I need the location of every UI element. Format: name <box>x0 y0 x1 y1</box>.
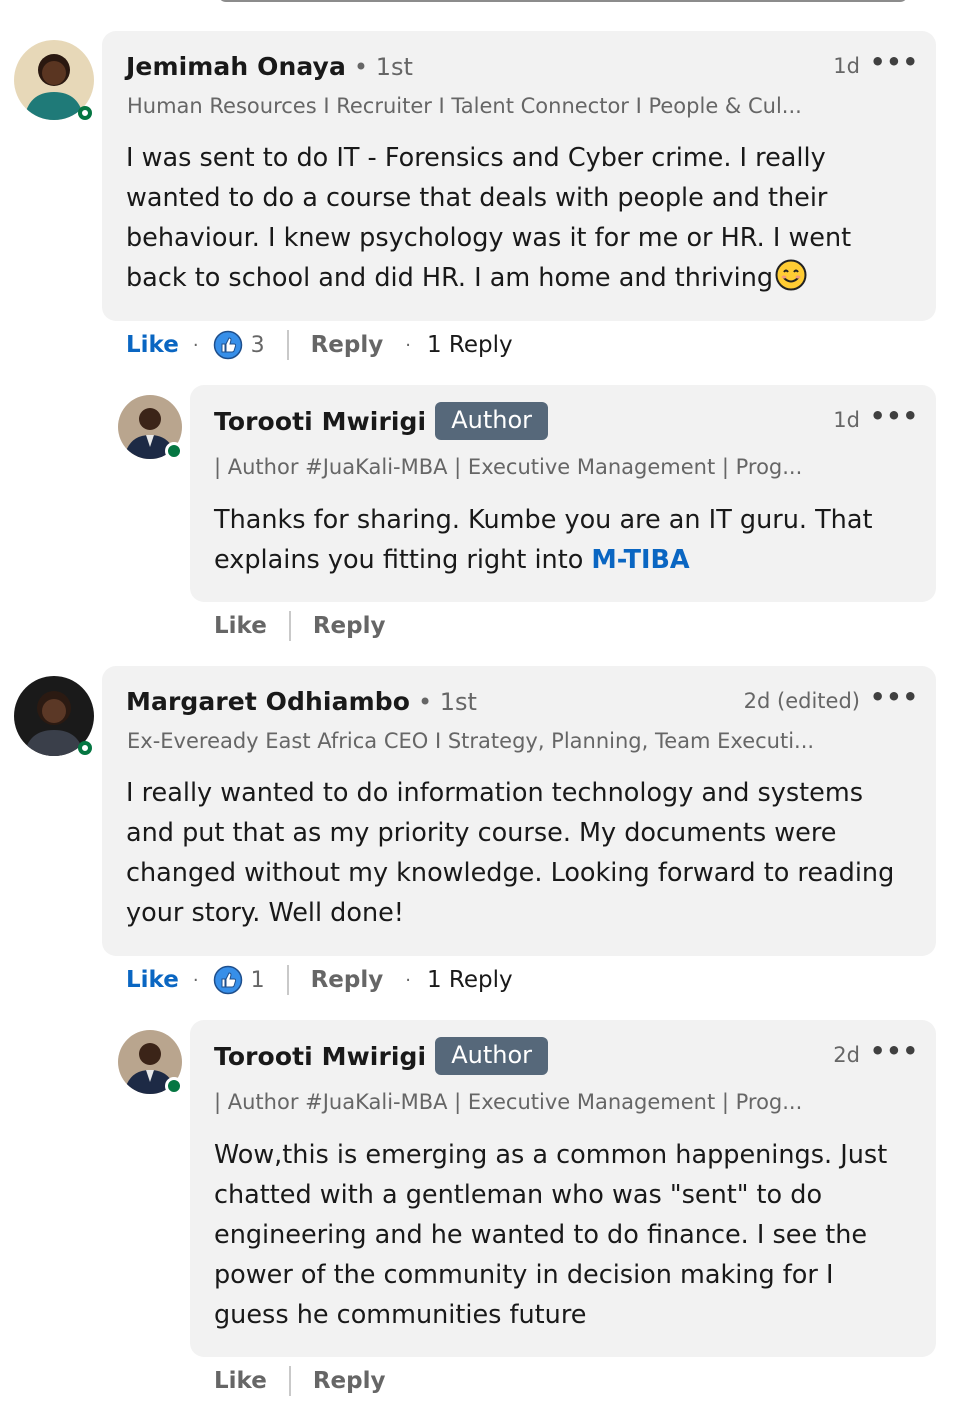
commenter-info: Margaret Odhiambo • 1st <box>126 687 477 716</box>
reply-actions: Like Reply <box>214 611 385 641</box>
commenter-name[interactable]: Margaret Odhiambo <box>126 687 410 716</box>
divider <box>286 330 289 360</box>
reply-meta: 2d ••• <box>833 1037 919 1069</box>
comment-meta: 1d ••• <box>833 48 919 80</box>
comment-meta: 2d (edited) ••• <box>743 683 919 715</box>
reaction-count[interactable]: 3 <box>251 333 265 358</box>
reply-button[interactable]: Reply <box>313 613 386 639</box>
divider <box>288 611 291 641</box>
replier-info: Torooti Mwirigi Author <box>214 402 549 440</box>
more-options-icon[interactable]: ••• <box>870 48 919 76</box>
commenter-headline: Human Resources I Recruiter I Talent Con… <box>127 94 802 118</box>
replier-headline: | Author #JuaKali-MBA | Executive Manage… <box>214 1090 803 1114</box>
comment-text: I really wanted to do information techno… <box>126 778 895 928</box>
reply-text: Wow,this is emerging as a common happeni… <box>214 1140 888 1330</box>
like-reaction-icon[interactable] <box>213 330 243 360</box>
comment-actions: Like · 1 Reply · 1 Reply <box>126 965 513 995</box>
online-status-icon <box>165 442 183 460</box>
reaction-count[interactable]: 1 <box>251 968 265 993</box>
like-button[interactable]: Like <box>126 967 179 993</box>
online-status-icon <box>78 106 92 120</box>
online-status-icon <box>165 1077 183 1095</box>
like-reaction-icon[interactable] <box>213 965 243 995</box>
like-button[interactable]: Like <box>214 1368 267 1394</box>
divider <box>288 1366 291 1396</box>
replier-name[interactable]: Torooti Mwirigi <box>214 407 426 436</box>
replier-info: Torooti Mwirigi Author <box>214 1037 549 1075</box>
mention-link[interactable]: M-TIBA <box>591 545 689 575</box>
timestamp: 1d <box>833 54 860 78</box>
separator-dot: · <box>192 969 199 991</box>
comment-actions: Like · 3 Reply · 1 Reply <box>126 330 513 360</box>
online-status-icon <box>78 741 92 755</box>
replies-count-link[interactable]: 1 Reply <box>427 967 513 993</box>
replies-count-link[interactable]: 1 Reply <box>427 332 513 358</box>
commenter-info: Jemimah Onaya • 1st <box>126 52 413 81</box>
connection-degree: • 1st <box>418 687 477 716</box>
previous-card-edge <box>218 0 908 2</box>
connection-degree: • 1st <box>353 52 413 81</box>
like-button[interactable]: Like <box>214 613 267 639</box>
reply-button[interactable]: Reply <box>311 967 384 993</box>
author-badge: Author <box>435 1037 549 1075</box>
separator-dot: · <box>192 334 199 356</box>
reply-button[interactable]: Reply <box>313 1368 386 1394</box>
replier-headline: | Author #JuaKali-MBA | Executive Manage… <box>214 455 803 479</box>
divider <box>286 965 289 995</box>
more-options-icon[interactable]: ••• <box>870 683 919 711</box>
reply-button[interactable]: Reply <box>311 332 384 358</box>
reply-meta: 1d ••• <box>833 402 919 434</box>
author-badge: Author <box>435 402 549 440</box>
timestamp: 2d <box>833 1043 860 1067</box>
like-button[interactable]: Like <box>126 332 179 358</box>
commenter-headline: Ex-Eveready East Africa CEO I Strategy, … <box>127 729 815 753</box>
reply-text: Thanks for sharing. Kumbe you are an IT … <box>214 500 894 580</box>
more-options-icon[interactable]: ••• <box>870 402 919 430</box>
replier-name[interactable]: Torooti Mwirigi <box>214 1042 426 1071</box>
more-options-icon[interactable]: ••• <box>870 1037 919 1065</box>
comment-body: I was sent to do IT - Forensics and Cybe… <box>126 143 852 293</box>
reply-actions: Like Reply <box>214 1366 385 1396</box>
smiling-face-emoji-icon <box>775 259 807 291</box>
reply-body: Thanks for sharing. Kumbe you are an IT … <box>214 505 873 575</box>
timestamp: 1d <box>833 408 860 432</box>
comment-text: I was sent to do IT - Forensics and Cybe… <box>126 138 916 298</box>
separator-dot: · <box>405 334 411 356</box>
commenter-name[interactable]: Jemimah Onaya <box>126 52 346 81</box>
separator-dot: · <box>405 969 411 991</box>
timestamp: 2d (edited) <box>743 689 860 713</box>
